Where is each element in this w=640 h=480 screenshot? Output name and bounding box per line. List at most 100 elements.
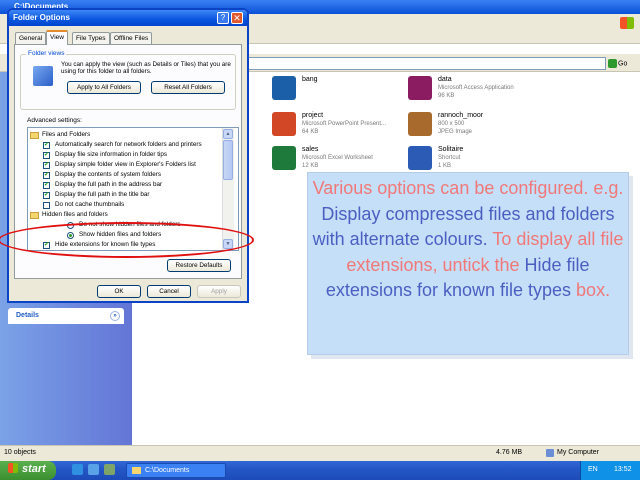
file-name: rannoch_moor xyxy=(438,112,484,119)
file-size: 12 KB xyxy=(302,163,319,169)
go-arrow-icon xyxy=(608,59,617,68)
excel-icon xyxy=(272,146,296,170)
file-type: Microsoft Access Application xyxy=(438,85,514,91)
apply-button[interactable]: Apply xyxy=(197,285,241,298)
advanced-setting-label: Display the full path in the title bar xyxy=(55,191,150,198)
file-name: data xyxy=(438,76,452,83)
show-desktop-icon[interactable] xyxy=(88,464,99,475)
tab-general[interactable]: General xyxy=(15,32,47,44)
advanced-settings-label: Advanced settings: xyxy=(27,117,82,124)
file-type: Microsoft Excel Worksheet xyxy=(302,155,373,161)
file-item[interactable]: project Microsoft PowerPoint Present... 64… xyxy=(272,112,412,146)
media-player-icon xyxy=(272,76,296,100)
advanced-setting-check[interactable]: ✔ Display file size information in folder… xyxy=(43,150,229,160)
file-item[interactable]: bang xyxy=(272,76,412,110)
checkbox[interactable] xyxy=(43,202,50,209)
dialog-title-bar: Folder Options xyxy=(9,10,247,26)
advanced-setting-label: Display the contents of system folders xyxy=(55,171,162,178)
file-item[interactable]: rannoch_moor 800 x 500 JPEG Image xyxy=(408,112,548,146)
windows-flag-icon xyxy=(620,17,634,29)
file-name: bang xyxy=(302,76,318,83)
advanced-setting-folder: Hidden files and folders xyxy=(30,210,229,220)
task-label: C:\Documents xyxy=(145,467,190,474)
folder-icon xyxy=(30,132,39,139)
dialog-title: Folder Options xyxy=(13,13,70,22)
cancel-button[interactable]: Cancel xyxy=(147,285,191,298)
checkbox[interactable]: ✔ xyxy=(43,142,50,149)
folder-views-legend: Folder views xyxy=(26,50,67,57)
advanced-setting-label: Display file size information in folder … xyxy=(55,151,167,158)
highlight-oval xyxy=(0,222,254,258)
details-panel-header[interactable]: Details » xyxy=(8,308,124,324)
advanced-setting-label: Display simple folder view in Explorer's… xyxy=(55,161,196,168)
go-label: Go xyxy=(618,60,628,68)
status-object-count: 10 objects xyxy=(4,449,36,456)
windows-logo-icon xyxy=(8,463,18,473)
file-type: Shortcut xyxy=(438,155,461,161)
folder-options-dialog: Folder Options ? ✕ General View File Typ… xyxy=(7,8,249,303)
go-button[interactable]: Go xyxy=(608,57,638,70)
file-size: 64 KB xyxy=(302,129,319,135)
internet-explorer-icon[interactable] xyxy=(72,464,83,475)
file-type: Microsoft PowerPoint Present... xyxy=(302,121,387,127)
advanced-setting-check[interactable]: ✔ Automatically search for network folder… xyxy=(43,140,229,150)
file-size: 96 KB xyxy=(438,93,455,99)
start-label: start xyxy=(22,463,46,475)
advanced-setting-check[interactable]: ✔ Display the contents of system folders xyxy=(43,170,229,180)
access-icon xyxy=(408,76,432,100)
ok-button[interactable]: OK xyxy=(97,285,141,298)
restore-defaults-button[interactable]: Restore Defaults xyxy=(167,259,231,272)
status-bar: 10 objects 4.76 MB My Computer xyxy=(0,445,640,461)
instruction-part-1: Various options can be configured. e.g. xyxy=(312,178,624,198)
advanced-setting-label: Do not cache thumbnails xyxy=(55,201,125,208)
advanced-setting-check[interactable]: ✔ Display the full path in the address ba… xyxy=(43,180,229,190)
clock[interactable]: 13:52 xyxy=(614,466,632,473)
advanced-setting-label: Display the full path in the address bar xyxy=(55,181,163,188)
folder-views-description: You can apply the view (such as Details … xyxy=(61,61,231,75)
file-size: JPEG Image xyxy=(438,129,473,135)
folder-views-icon xyxy=(33,66,53,86)
status-size: 4.76 MB xyxy=(496,449,523,456)
instruction-text: Various options can be configured. e.g. … xyxy=(312,176,624,304)
language-indicator[interactable]: EN xyxy=(588,466,598,473)
file-name: project xyxy=(302,112,324,119)
advanced-setting-folder: Files and Folders xyxy=(30,130,229,140)
advanced-setting-check[interactable]: ✔ Display the full path in the title bar xyxy=(43,190,229,200)
folder-icon xyxy=(30,212,39,219)
advanced-setting-check[interactable]: Do not cache thumbnails xyxy=(43,200,229,210)
tab-offline-files[interactable]: Offline Files xyxy=(110,32,153,44)
details-label: Details xyxy=(16,312,39,319)
checkbox[interactable]: ✔ xyxy=(43,192,50,199)
close-button[interactable]: ✕ xyxy=(231,12,243,24)
advanced-setting-label: Hidden files and folders xyxy=(42,211,108,218)
advanced-setting-check[interactable]: ✔ Display simple folder view in Explorer'… xyxy=(43,160,229,170)
checkbox[interactable]: ✔ xyxy=(43,162,50,169)
chevron-down-icon[interactable]: » xyxy=(110,311,120,321)
checkbox[interactable]: ✔ xyxy=(43,152,50,159)
advanced-setting-label: Automatically search for network folders… xyxy=(55,141,202,148)
taskbar-task-documents[interactable]: C:\Documents xyxy=(126,463,226,478)
file-size: 1 KB xyxy=(438,163,452,169)
file-name: Solitaire xyxy=(438,146,464,153)
powerpoint-icon xyxy=(272,112,296,136)
file-name: sales xyxy=(302,146,319,153)
computer-icon xyxy=(546,449,554,457)
solitaire-icon xyxy=(408,146,432,170)
address-input[interactable] xyxy=(246,57,606,70)
checkbox[interactable]: ✔ xyxy=(43,172,50,179)
file-item[interactable]: data Microsoft Access Application 96 KB xyxy=(408,76,548,110)
tab-file-types[interactable]: File Types xyxy=(72,32,110,44)
advanced-setting-label: Files and Folders xyxy=(42,131,91,138)
help-button[interactable]: ? xyxy=(217,12,229,24)
reset-all-folders-button[interactable]: Reset All Folders xyxy=(151,81,225,94)
checkbox[interactable]: ✔ xyxy=(43,182,50,189)
instruction-part-5: box. xyxy=(571,280,611,300)
apply-to-all-folders-button[interactable]: Apply to All Folders xyxy=(67,81,141,94)
start-button[interactable]: start xyxy=(0,461,56,480)
tab-view[interactable]: View xyxy=(46,30,68,45)
status-location: My Computer xyxy=(557,449,600,456)
folder-icon xyxy=(132,467,141,474)
file-type: 800 x 500 xyxy=(438,121,465,127)
image-icon xyxy=(408,112,432,136)
media-player-quicklaunch-icon[interactable] xyxy=(104,464,115,475)
